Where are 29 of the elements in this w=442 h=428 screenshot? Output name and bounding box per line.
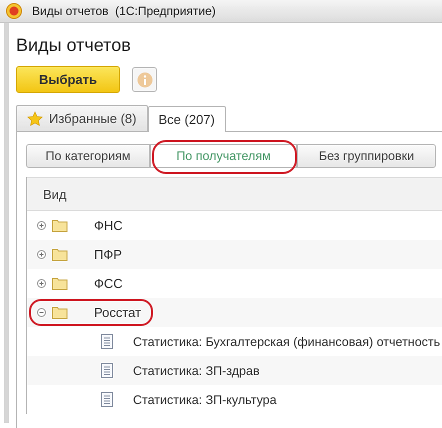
folder-icon — [52, 306, 68, 319]
tree-item-label[interactable]: ФСС — [94, 276, 123, 291]
tree-item-label[interactable]: ПФР — [94, 247, 122, 262]
tree-item-label[interactable]: Статистика: Бухгалтерская (финансовая) отчетность — [133, 334, 440, 348]
tree-item-label[interactable]: Росстат — [94, 305, 142, 320]
document-icon — [101, 363, 113, 378]
tree-toggle-icon[interactable] — [37, 279, 46, 288]
select-button[interactable]: Выбрать — [16, 66, 120, 93]
app-logo-icon — [6, 3, 22, 19]
folder-icon — [52, 277, 68, 290]
info-icon — [136, 72, 152, 88]
tree-toggle-icon[interactable] — [37, 250, 46, 259]
star-icon — [27, 110, 43, 126]
grouping-button[interactable]: Без группировки — [297, 144, 436, 168]
document-icon — [101, 392, 113, 407]
grouping-button[interactable]: По категориям — [26, 144, 150, 168]
tree-item-label[interactable]: Статистика: ЗП-культура — [133, 392, 277, 406]
tree-item-label[interactable]: Статистика: ЗП-здрав — [133, 364, 260, 378]
folder-icon — [52, 219, 68, 232]
column-header[interactable]: Вид — [27, 177, 442, 211]
tab[interactable]: Избранные (8) — [16, 105, 148, 131]
folder-icon — [52, 248, 68, 261]
tree-toggle-icon[interactable] — [37, 221, 46, 230]
tree-toggle-icon[interactable] — [37, 308, 46, 317]
window-title: Виды отчетов (1С:Предприятие) — [32, 4, 216, 18]
document-icon — [101, 334, 113, 349]
tree-item-label[interactable]: ФНС — [94, 218, 123, 233]
form-heading: Виды отчетов — [16, 35, 132, 56]
tab[interactable]: Все (207) — [148, 106, 226, 132]
